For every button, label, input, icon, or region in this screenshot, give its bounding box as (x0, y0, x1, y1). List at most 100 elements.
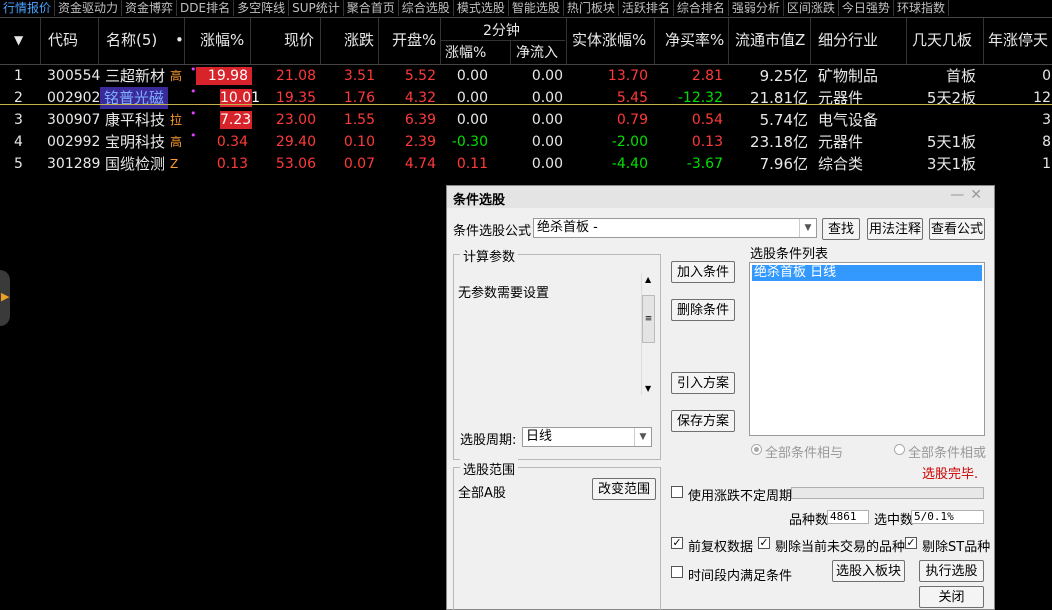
tab-4[interactable]: 多空阵线 (234, 0, 290, 16)
col-days-boards[interactable]: 几天几板 (912, 18, 972, 64)
market-tab-bar: 行情报价 资金驱动力 资金博弈 DDE排名 多空阵线 SUP统计 聚合首页 综合选股 模式选股智… (0, 0, 1052, 18)
stock-name: 康平科技 (105, 111, 166, 129)
period-dropdown[interactable]: 日线 ▼ (522, 427, 652, 447)
col-chg-pct[interactable]: 涨幅% (200, 18, 244, 64)
stock-name: 铭普光磁 (100, 87, 169, 109)
minimize-icon[interactable]: — (950, 187, 970, 203)
tab-16[interactable]: 环球指数 (894, 0, 949, 16)
period-value: 日线 (526, 429, 553, 444)
usage-notes-button[interactable]: 用法注释 (867, 218, 923, 240)
expand-arrow-icon: ▶ (1, 290, 10, 303)
add-condition-button[interactable]: 加入条件 (671, 261, 735, 283)
float-cap: 7.96亿 (759, 155, 808, 173)
formula-dropdown[interactable]: 绝杀首板 - ▼ (533, 218, 817, 238)
row-index: 5 (14, 156, 23, 172)
col-two-min-inflow[interactable]: 净流入 (516, 42, 558, 62)
close-icon[interactable]: ✕ (970, 187, 988, 203)
tab-12[interactable]: 综合排名 (674, 0, 729, 16)
condition-selection-dialog: 条件选股 —✕ 条件选股公式 绝杀首板 - ▼ 查找 用法注释 查看公式 计算参… (446, 185, 995, 610)
col-float-cap[interactable]: 流通市值Z (735, 18, 805, 64)
tab-6[interactable]: 聚合首页 (344, 0, 399, 16)
run-selection-button[interactable]: 执行选股 (919, 560, 984, 582)
tab-9[interactable]: 智能选股 (509, 0, 564, 16)
open-pct: 6.39 (404, 112, 436, 128)
table-row[interactable]: 5 301289 国缆检测 Z 53.06 0.07 4.74 0.11 0.00 -4.40 -3… (0, 153, 1052, 175)
open-pct: 4.74 (404, 156, 436, 172)
import-scheme-button[interactable]: 引入方案 (671, 372, 735, 394)
table-row[interactable]: 3 300907 康平科技拉 23.00 1.55 6.39 0.00 0.00 0.79 0.5… (0, 107, 1052, 131)
marker-dot-icon: • (190, 107, 197, 120)
col-name[interactable]: 名称(5) (106, 18, 157, 64)
tab-3[interactable]: DDE排名 (177, 0, 235, 16)
stock-tag: 高 (170, 135, 183, 149)
open-pct: 2.39 (404, 134, 436, 150)
tab-14[interactable]: 区间涨跌 (784, 0, 839, 16)
table-row[interactable]: 2 002902 铭普光磁 19.35 1.76 4.32 0.00 0.00 5.45 -12.… (0, 85, 1052, 109)
tab-11[interactable]: 活跃排名 (619, 0, 674, 16)
col-net-buy[interactable]: 净买率% (665, 18, 724, 64)
chg-pct: 0.13 (216, 156, 248, 172)
chg-pct: 0.34 (216, 134, 248, 150)
col-code[interactable]: 代码 (48, 18, 78, 64)
tab-8[interactable]: 模式选股 (454, 0, 509, 16)
condition-list[interactable]: 绝杀首板 日线 (749, 262, 985, 436)
tab-13[interactable]: 强弱分析 (729, 0, 784, 16)
open-pct: 5.52 (404, 68, 436, 84)
col-body-pct[interactable]: 实体涨幅% (572, 18, 646, 64)
stock-code: 301289 (47, 156, 101, 172)
exclude-st-checkbox[interactable]: ✓ (905, 537, 917, 549)
condition-list-item[interactable]: 绝杀首板 日线 (752, 265, 982, 281)
tab-15[interactable]: 今日强势 (839, 0, 894, 16)
params-text: 无参数需要设置 (458, 286, 550, 301)
table-row[interactable]: 1 300554 三超新材高 21.08 3.51 5.52 0.00 0.00 13.70 2.… (0, 63, 1052, 87)
tab-2[interactable]: 资金博弈 (122, 0, 178, 16)
save-scheme-button[interactable]: 保存方案 (671, 410, 735, 432)
sort-menu-icon[interactable]: ▼ (14, 18, 23, 64)
stock-tag: 拉 (170, 113, 183, 127)
view-formula-button[interactable]: 查看公式 (929, 218, 985, 240)
tab-1[interactable]: 资金驱动力 (55, 0, 123, 16)
find-button[interactable]: 查找 (822, 218, 860, 240)
net-buy: -12.32 (677, 90, 723, 106)
industry: 元器件 (818, 133, 864, 151)
params-scrollbar[interactable]: ▲ ≡ ▼ (641, 273, 656, 395)
exclude-untraded-label: 剔除当前未交易的品种 (775, 540, 906, 555)
col-industry[interactable]: 细分行业 (818, 18, 878, 64)
delete-condition-button[interactable]: 删除条件 (671, 299, 735, 321)
chg-pct: 7.23 (220, 111, 252, 129)
col-two-min-pct[interactable]: 涨幅% (445, 42, 486, 62)
industry: 矿物制品 (818, 67, 879, 85)
variable-period-label: 使用涨跌不定周期 (688, 489, 793, 504)
chevron-down-icon[interactable]: ▼ (799, 219, 816, 237)
body-pct: 5.45 (616, 90, 648, 106)
variable-period-checkbox[interactable] (671, 486, 683, 498)
exclude-untraded-checkbox[interactable]: ✓ (758, 537, 770, 549)
tab-7[interactable]: 综合选股 (399, 0, 454, 16)
tab-10[interactable]: 热门板块 (564, 0, 619, 16)
period-satisfy-checkbox[interactable] (671, 566, 683, 578)
tab-5[interactable]: SUP统计 (289, 0, 344, 16)
change-range-button[interactable]: 改变范围 (592, 478, 656, 500)
year-limit: 0 (1042, 68, 1051, 84)
two-min-pct: 0.11 (456, 156, 488, 172)
radio-or[interactable] (894, 444, 905, 455)
change: 0.10 (343, 134, 375, 150)
two-min-inflow: 0.00 (531, 156, 563, 172)
chevron-down-icon[interactable]: ▼ (634, 428, 651, 446)
col-change[interactable]: 涨跌 (344, 18, 374, 64)
tab-0[interactable]: 行情报价 (0, 0, 56, 16)
table-row[interactable]: 4 002992 宝明科技高 29.40 0.10 2.39 -0.30 0.00 -2.00 0… (0, 129, 1052, 153)
col-open-pct[interactable]: 开盘% (392, 18, 436, 64)
stock-code: 300907 (47, 112, 101, 128)
col-year-limit[interactable]: 年涨停天 (988, 18, 1048, 64)
dialog-titlebar: 条件选股 —✕ (447, 186, 994, 208)
adjusted-data-checkbox[interactable]: ✓ (671, 537, 683, 549)
year-limit: 3 (1042, 112, 1051, 128)
change: 1.76 (343, 90, 375, 106)
radio-and[interactable] (751, 444, 762, 455)
close-button[interactable]: 关闭 (919, 586, 984, 608)
body-pct: -4.40 (611, 156, 648, 172)
side-panel-handle[interactable]: ▶ (0, 270, 10, 326)
col-price[interactable]: 现价 (284, 18, 314, 64)
add-to-block-button[interactable]: 选股入板块 (832, 560, 905, 582)
